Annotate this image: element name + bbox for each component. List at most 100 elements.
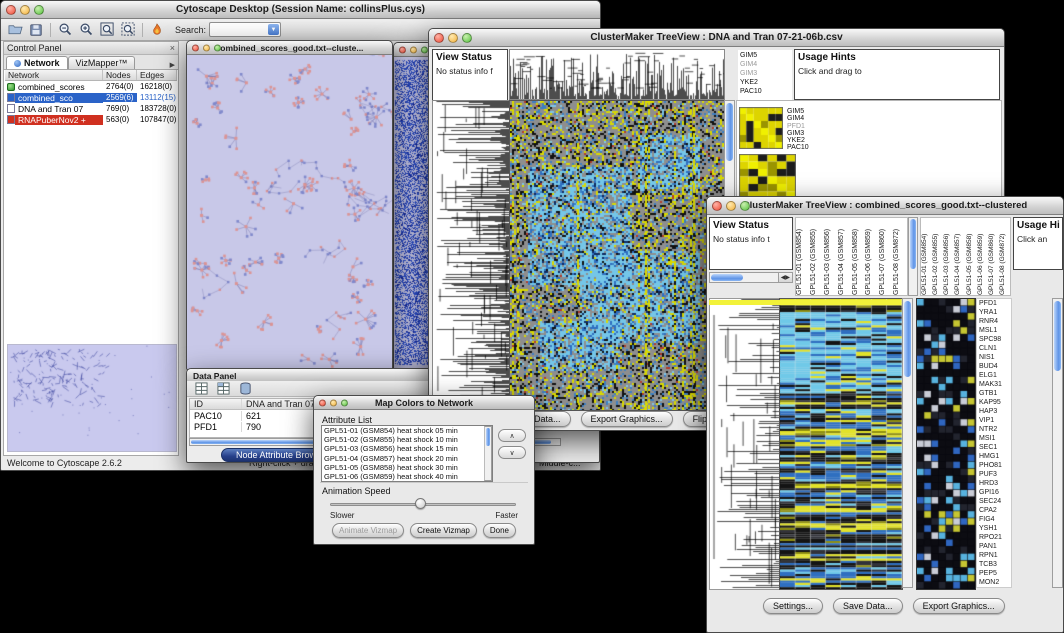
column-header[interactable]: GPL51-06 (GSM859) <box>977 218 988 295</box>
gene-label[interactable]: PAC10 <box>787 144 809 151</box>
gene-label[interactable]: BUD4 <box>979 363 1009 370</box>
tab-vizmapper[interactable]: VizMapper™ <box>68 56 136 69</box>
attribute-list-item[interactable]: GPL51-04 (GSM857) heat shock 20 min <box>324 454 492 463</box>
column-header[interactable]: GPL51-05 (GSM858) <box>966 218 977 295</box>
scrollbar-thumb[interactable] <box>904 301 911 377</box>
gene-label[interactable]: HRD3 <box>979 480 1009 487</box>
column-header[interactable]: GPL51-03 (GSM856) <box>824 218 838 295</box>
close-button[interactable] <box>712 201 722 211</box>
close-button[interactable] <box>399 46 406 53</box>
gene-label[interactable]: MON2 <box>979 579 1009 586</box>
column-header[interactable]: Edges <box>137 70 177 80</box>
expression-heatmap[interactable] <box>779 298 903 590</box>
attribute-list-item[interactable]: GPL51-01 (GSM854) heat shock 05 min <box>324 426 492 435</box>
scrollbar-arrows[interactable]: ◀▶ <box>778 273 792 282</box>
network-graph-canvas[interactable] <box>187 55 392 369</box>
zoom-fit-icon[interactable] <box>98 21 116 39</box>
open-folder-icon[interactable] <box>6 21 24 39</box>
column-header[interactable]: GPL51-04 (GSM857) <box>838 218 852 295</box>
column-header[interactable]: GPL51-06 (GSM859) <box>865 218 879 295</box>
gene-label[interactable]: PUF3 <box>979 471 1009 478</box>
move-up-button[interactable]: ∧ <box>498 429 526 442</box>
table-icon[interactable] <box>192 380 210 398</box>
titlebar[interactable]: ClusterMaker TreeView : DNA and Tran 07-… <box>429 29 1004 47</box>
correlation-matrix-small[interactable] <box>739 107 783 149</box>
column-header[interactable]: GPL51-01 (GSM854) <box>921 218 932 295</box>
column-header[interactable]: GPL51-07 (GSM860) <box>879 218 893 295</box>
table-row[interactable]: RNAPuberNov2 + 563(0) 107847(0) <box>5 114 177 125</box>
treeview-action-button[interactable]: Export Graphics... <box>581 411 673 427</box>
gene-label[interactable]: YKE2 <box>787 137 809 144</box>
zoom-out-icon[interactable] <box>56 21 74 39</box>
gene-label[interactable]: KAP95 <box>979 399 1009 406</box>
gene-label[interactable]: PHO81 <box>979 462 1009 469</box>
table-select-icon[interactable] <box>214 380 232 398</box>
minimize-button[interactable] <box>410 46 417 53</box>
gene-label[interactable]: MAK31 <box>979 381 1009 388</box>
titlebar[interactable] <box>394 43 431 57</box>
attribute-list-item[interactable]: GPL51-03 (GSM856) heat shock 15 min <box>324 444 492 453</box>
treeview-action-button[interactable]: Settings... <box>763 598 823 614</box>
gene-label[interactable]: RNR4 <box>979 318 1009 325</box>
flame-icon[interactable] <box>148 21 166 39</box>
minimize-button[interactable] <box>726 201 736 211</box>
scrollbar-thumb[interactable] <box>1054 301 1061 371</box>
close-button[interactable] <box>192 44 199 51</box>
search-input[interactable]: ▼ <box>209 22 281 37</box>
scrollbar-thumb[interactable] <box>711 274 743 281</box>
column-header[interactable]: GPL51-01 (GSM854) <box>796 218 810 295</box>
gene-label[interactable]: HMG1 <box>979 453 1009 460</box>
scrollbar-thumb[interactable] <box>486 428 490 446</box>
treeview-action-button[interactable]: Export Graphics... <box>913 598 1005 614</box>
row-dendrogram[interactable] <box>432 100 510 411</box>
treeview-action-button[interactable]: Save Data... <box>833 598 903 614</box>
gene-label[interactable]: PAC10 <box>740 87 790 96</box>
tab-overflow-arrow[interactable]: ▶ <box>167 61 178 69</box>
gene-label[interactable]: PFD1 <box>979 300 1009 307</box>
zoom-selected-icon[interactable] <box>119 21 137 39</box>
titlebar[interactable]: combined_scores_good.txt--cluste... <box>187 41 392 55</box>
maximize-button[interactable] <box>341 399 348 406</box>
gene-label[interactable]: FIG4 <box>979 516 1009 523</box>
save-icon[interactable] <box>27 21 45 39</box>
vertical-scrollbar[interactable] <box>1052 298 1063 588</box>
column-header[interactable]: Nodes <box>103 70 137 80</box>
gene-label[interactable]: VIP1 <box>979 417 1009 424</box>
scrollbar-thumb[interactable] <box>726 103 733 161</box>
expression-heatmap[interactable] <box>509 100 725 411</box>
column-dendrogram[interactable] <box>509 49 725 100</box>
create-vizmap-button[interactable]: Create Vizmap <box>410 523 477 538</box>
attribute-list-item[interactable]: GPL51-06 (GSM859) heat shock 40 min <box>324 472 492 481</box>
vertical-scrollbar[interactable] <box>908 217 918 296</box>
gene-label[interactable]: CLN1 <box>979 345 1009 352</box>
titlebar[interactable]: Map Colors to Network <box>314 396 534 410</box>
gene-label[interactable]: YKE2 <box>740 78 790 87</box>
maximize-button[interactable] <box>740 201 750 211</box>
close-icon[interactable]: × <box>170 44 175 53</box>
gene-label[interactable]: PEP5 <box>979 570 1009 577</box>
gene-label[interactable]: YSH1 <box>979 525 1009 532</box>
column-header[interactable]: GPL51-08 (GSM872) <box>893 218 907 295</box>
column-header[interactable]: ID <box>190 399 242 409</box>
column-header[interactable]: GPL51-02 (GSM855) <box>810 218 824 295</box>
column-header[interactable]: GPL51-03 (GSM856) <box>943 218 954 295</box>
attribute-list-item[interactable]: GPL51-05 (GSM858) heat shock 30 min <box>324 463 492 472</box>
gene-label[interactable]: GTB1 <box>979 390 1009 397</box>
gene-label[interactable]: YRA1 <box>979 309 1009 316</box>
close-button[interactable] <box>6 5 16 15</box>
gene-label[interactable]: GIM5 <box>740 51 790 60</box>
horizontal-scrollbar[interactable]: ◀▶ <box>709 272 793 283</box>
row-dendrogram[interactable] <box>709 298 781 590</box>
close-button[interactable] <box>319 399 326 406</box>
speed-slider-thumb[interactable] <box>415 498 426 509</box>
move-down-button[interactable]: ∨ <box>498 446 526 459</box>
titlebar[interactable]: ClusterMaker TreeView : combined_scores_… <box>707 197 1063 215</box>
gene-label[interactable]: NIS1 <box>979 354 1009 361</box>
gene-label[interactable]: SEC24 <box>979 498 1009 505</box>
gene-label[interactable]: ELG1 <box>979 372 1009 379</box>
column-header[interactable]: Network <box>5 70 103 80</box>
maximize-button[interactable] <box>421 46 428 53</box>
gene-label[interactable]: HAP3 <box>979 408 1009 415</box>
gene-label[interactable]: MSL1 <box>979 327 1009 334</box>
minimize-button[interactable] <box>330 399 337 406</box>
